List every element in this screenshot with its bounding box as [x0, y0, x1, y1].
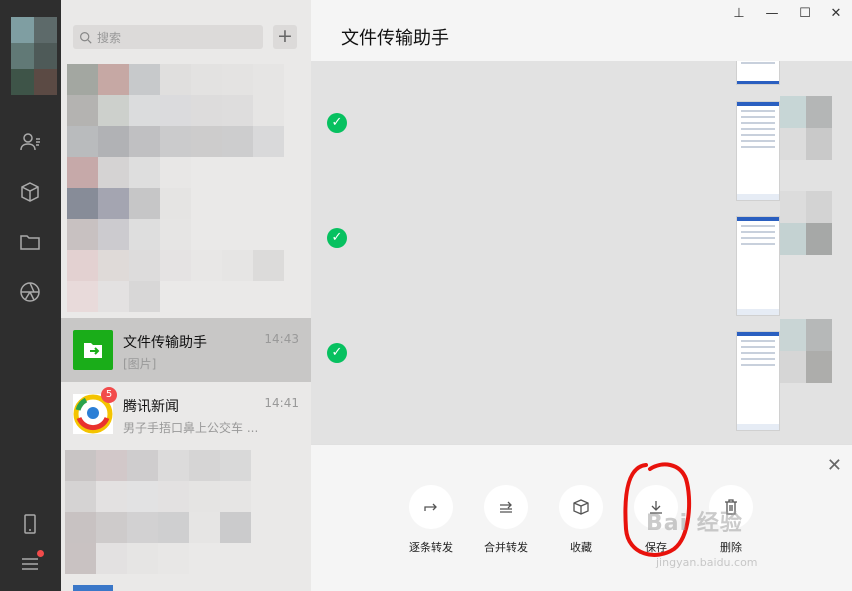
- selected-check-icon[interactable]: ✓: [327, 113, 347, 133]
- action-label: 删除: [720, 541, 742, 554]
- add-button[interactable]: +: [273, 25, 297, 49]
- cube-icon[interactable]: [18, 180, 42, 204]
- chat-time: 14:41: [264, 396, 299, 410]
- chat-name: 文件传输助手: [123, 335, 207, 351]
- chat-item-file-transfer[interactable]: 文件传输助手 14:43 [图片]: [61, 318, 311, 382]
- sender-avatar: [780, 319, 832, 383]
- list-item-avatar-partial: [73, 585, 113, 591]
- image-message-thumbnail[interactable]: [736, 61, 780, 85]
- action-label: 合并转发: [484, 541, 528, 554]
- action-label: 收藏: [570, 541, 592, 554]
- user-avatar[interactable]: [11, 17, 57, 95]
- close-panel-icon[interactable]: ✕: [827, 455, 842, 476]
- baidu-watermark-url: jingyan.baidu.com: [656, 556, 758, 569]
- maximize-button[interactable]: ☐: [796, 6, 814, 21]
- image-message-thumbnail[interactable]: [736, 101, 780, 201]
- multi-select-action-panel: ✕ 逐条转发 合并转发 收藏 保存 删除: [311, 444, 852, 591]
- chat-preview: [图片]: [123, 357, 157, 371]
- chat-item-tencent-news[interactable]: 5 腾讯新闻 14:41 男子手捂口鼻上公交车 ...: [61, 382, 311, 446]
- chat-title: 文件传输助手: [341, 28, 449, 49]
- blurred-chat-items: [67, 64, 311, 312]
- favorite-button[interactable]: 收藏: [546, 485, 616, 555]
- image-message-thumbnail[interactable]: [736, 331, 780, 431]
- pin-button[interactable]: ⊥: [730, 6, 748, 21]
- baidu-watermark: Bai 经验: [646, 511, 743, 536]
- contacts-icon[interactable]: [18, 130, 42, 154]
- search-input[interactable]: 搜索: [73, 25, 263, 49]
- notification-dot: [37, 550, 44, 557]
- chat-preview: 男子手捂口鼻上公交车 ...: [123, 421, 259, 435]
- merge-forward-button[interactable]: 合并转发: [471, 485, 541, 555]
- forward-one-by-one-button[interactable]: 逐条转发: [396, 485, 466, 555]
- sender-avatar: [780, 96, 832, 160]
- action-label: 逐条转发: [409, 541, 453, 554]
- minimize-button[interactable]: —: [763, 6, 781, 21]
- blurred-chat-items-lower: [65, 450, 311, 574]
- chat-time: 14:43: [264, 332, 299, 346]
- forward-icon: [424, 503, 437, 511]
- chat-name: 腾讯新闻: [123, 399, 179, 415]
- nav-rail: [0, 0, 61, 591]
- chat-list: 搜索 + 文件传输助手 14:43 [图片] 5 腾讯新闻 14:41 男子手捂…: [61, 0, 311, 591]
- message-area: ✓ ✓ ✓: [311, 61, 852, 444]
- folder-icon[interactable]: [18, 230, 42, 254]
- file-transfer-avatar: [73, 330, 113, 370]
- phone-icon[interactable]: [18, 512, 42, 536]
- sender-avatar: [780, 191, 832, 255]
- favorite-box-icon: [573, 499, 589, 515]
- selected-check-icon[interactable]: ✓: [327, 343, 347, 363]
- chat-window: 文件传输助手 ⊥ — ☐ ✕ ✓ ✓ ✓ ✕ 逐条转发 合并转发 收藏 保存 删…: [311, 0, 852, 591]
- folder-arrow-icon: [84, 343, 102, 358]
- search-icon: [80, 31, 92, 44]
- merge-forward-icon: [500, 501, 512, 513]
- selected-check-icon[interactable]: ✓: [327, 228, 347, 248]
- image-message-thumbnail[interactable]: [736, 216, 780, 316]
- moments-icon[interactable]: [18, 280, 42, 304]
- search-placeholder: 搜索: [97, 30, 122, 45]
- close-button[interactable]: ✕: [827, 6, 845, 21]
- unread-badge: 5: [101, 387, 117, 403]
